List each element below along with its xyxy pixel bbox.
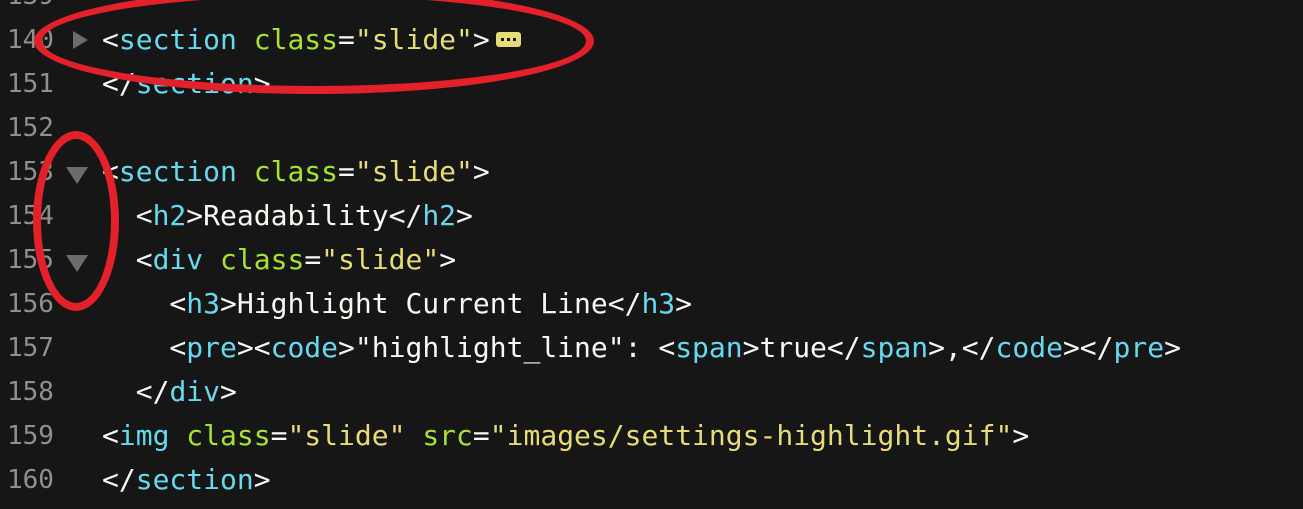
line-number: 156 — [7, 289, 54, 319]
code-line[interactable]: 157 <pre><code>"highlight_line": <span>t… — [0, 326, 1303, 370]
code-line[interactable]: 140 <section class="slide"> — [0, 18, 1303, 62]
code-token: class — [236, 155, 339, 188]
code-token: = — [304, 243, 322, 276]
code-token: </ — [102, 67, 136, 100]
line-number: 151 — [7, 69, 54, 99]
code-token: span — [860, 331, 929, 364]
code-text: <img class="slide" src="images/settings-… — [102, 414, 1029, 458]
code-token: pre — [186, 331, 237, 364]
code-token: section — [135, 67, 254, 100]
code-token: "slide" — [354, 23, 473, 56]
code-token: class — [169, 419, 271, 452]
line-number: 155 — [7, 245, 54, 275]
code-token: = — [472, 419, 490, 452]
code-token: < — [102, 199, 153, 232]
line-number: 160 — [7, 465, 54, 495]
code-token: > — [220, 375, 237, 408]
code-token: img — [118, 419, 170, 452]
line-number: 152 — [7, 113, 54, 143]
code-line[interactable]: 152 — [0, 106, 1303, 150]
code-token: class — [203, 243, 305, 276]
code-line[interactable]: 151 </section> — [0, 62, 1303, 106]
code-text: <div class="slide"> — [102, 238, 456, 282]
code-token: >,</ — [928, 331, 996, 364]
code-token: = — [338, 155, 355, 188]
code-token: > — [456, 199, 473, 232]
code-text: </div> — [102, 370, 237, 414]
code-text: <section class="slide"> — [102, 150, 490, 194]
code-line[interactable]: 156 <h3>Highlight Current Line</h3> — [0, 282, 1303, 326]
code-token: pre — [1113, 331, 1165, 364]
code-token: < — [102, 243, 153, 276]
code-token: h2 — [152, 199, 187, 232]
line-number: 154 — [7, 201, 54, 231]
code-token: = — [270, 419, 288, 452]
code-token: ></ — [1062, 331, 1114, 364]
code-token: section — [118, 23, 237, 56]
fold-expanded-icon[interactable] — [66, 167, 88, 184]
code-token: > — [472, 23, 490, 56]
code-text: <h2>Readability</h2> — [102, 194, 473, 238]
code-token: < — [102, 331, 187, 364]
code-line[interactable]: 158 </div> — [0, 370, 1303, 414]
code-token: >Readability</ — [186, 199, 423, 232]
code-token: </ — [102, 463, 136, 496]
line-number: 153 — [7, 157, 54, 187]
code-token: section — [118, 155, 237, 188]
code-token: span — [675, 331, 743, 364]
code-text: </section> — [102, 62, 271, 106]
code-token: code — [270, 331, 339, 364]
code-line[interactable]: 155 <div class="slide"> — [0, 238, 1303, 282]
code-text: <section class="slide"> — [102, 18, 521, 62]
line-number: 159 — [7, 421, 54, 451]
code-token: > — [675, 287, 693, 320]
code-token: h3 — [641, 287, 676, 320]
code-token: < — [102, 23, 119, 56]
code-token: h2 — [422, 199, 457, 232]
fold-collapsed-icon[interactable] — [73, 31, 88, 49]
fold-expanded-icon[interactable] — [66, 255, 88, 272]
code-line[interactable]: 160 </section> — [0, 458, 1303, 502]
folded-ellipsis-icon[interactable] — [495, 31, 521, 47]
code-token: > — [1012, 419, 1030, 452]
code-token: src — [405, 419, 473, 452]
code-token: div — [152, 243, 204, 276]
code-token: "images/settings-highlight.gif" — [489, 419, 1013, 452]
code-line[interactable]: 153 <section class="slide"> — [0, 150, 1303, 194]
code-token: < — [102, 287, 187, 320]
code-token: h3 — [186, 287, 221, 320]
code-line[interactable]: 139 — [0, 0, 1303, 18]
code-token: "slide" — [354, 155, 473, 188]
code-token: div — [169, 375, 221, 408]
code-token: > — [439, 243, 457, 276]
code-token: > — [253, 463, 271, 496]
code-token: = — [338, 23, 355, 56]
code-line[interactable]: 159 <img class="slide" src="images/settin… — [0, 414, 1303, 458]
code-token: > — [472, 155, 490, 188]
code-token: "slide" — [321, 243, 440, 276]
code-token: > — [1164, 331, 1181, 364]
code-editor[interactable]: 139140<section class="slide">151</sectio… — [0, 0, 1303, 509]
code-token: code — [995, 331, 1063, 364]
code-text: <pre><code>"highlight_line": <span>true<… — [102, 326, 1181, 370]
code-token: >"highlight_line": < — [338, 331, 676, 364]
code-token: section — [135, 463, 254, 496]
code-token: >true</ — [742, 331, 861, 364]
code-text: <h3>Highlight Current Line</h3> — [102, 282, 692, 326]
code-token: class — [236, 23, 339, 56]
line-number: 140 — [7, 25, 54, 55]
line-number: 157 — [7, 333, 54, 363]
code-token: >< — [236, 331, 271, 364]
code-token: < — [102, 419, 119, 452]
line-number: 158 — [7, 377, 54, 407]
code-line[interactable]: 154 <h2>Readability</h2> — [0, 194, 1303, 238]
code-token: >Highlight Current Line</ — [220, 287, 642, 320]
code-token: > — [253, 67, 271, 100]
code-token: </ — [102, 375, 170, 408]
code-token: < — [102, 155, 119, 188]
code-text: </section> — [102, 458, 271, 502]
line-number: 139 — [7, 0, 54, 18]
code-token: "slide" — [287, 419, 406, 452]
